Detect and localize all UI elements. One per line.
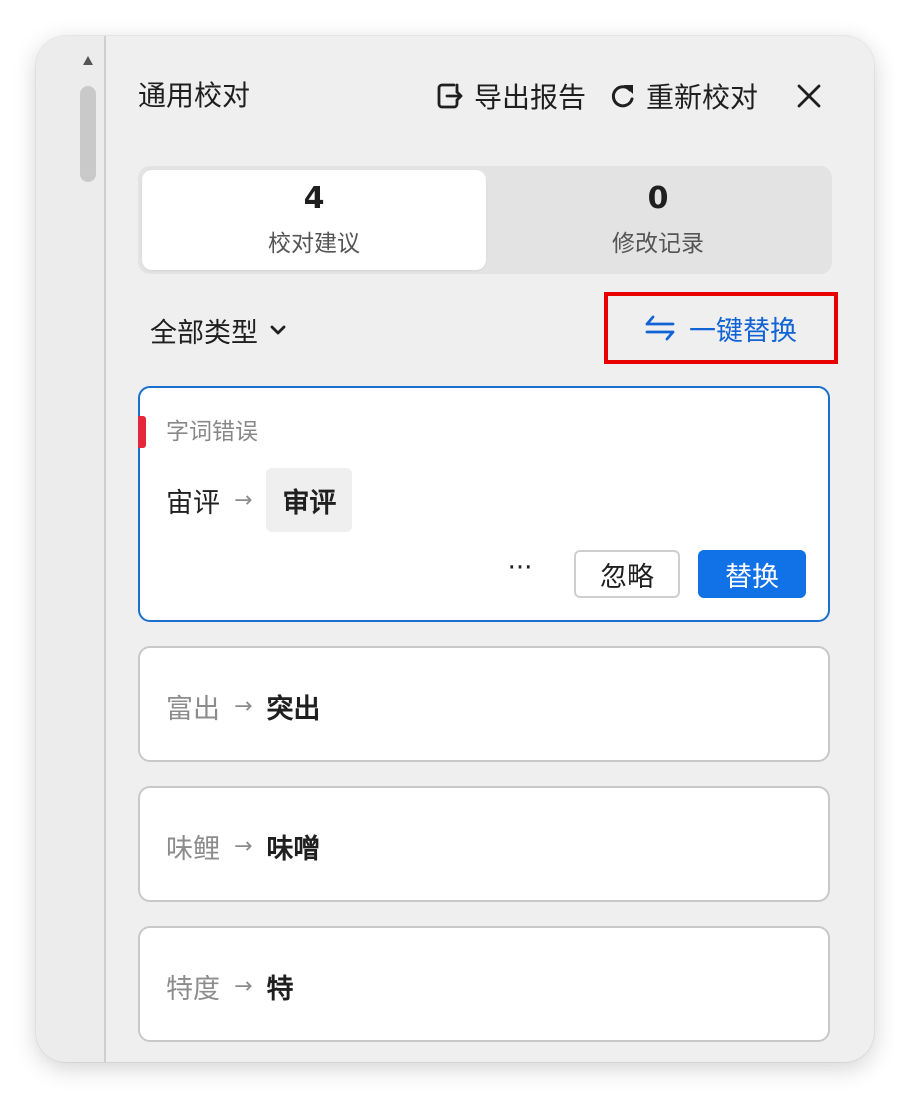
original-text: 特度	[166, 973, 220, 1005]
suggestion-card[interactable]: 字词错误 宙评 → 审评 ··· 忽略 替换	[138, 386, 830, 622]
scroll-up-arrow-icon[interactable]	[81, 54, 95, 68]
swap-arrows-icon	[645, 315, 675, 341]
original-text: 味鲤	[166, 833, 220, 865]
close-icon	[797, 84, 821, 108]
proofread-window: 通用校对 导出报告 重新校对 4 校对建议 0 修改记录 全部类型 一键替换 字…	[36, 36, 874, 1062]
suggestions-count: 4	[303, 181, 325, 216]
replace-button[interactable]: 替换	[698, 550, 806, 598]
proofread-panel: 通用校对 导出报告 重新校对 4 校对建议 0 修改记录 全部类型 一键替换 字…	[106, 36, 874, 1062]
original-text: 富出	[166, 693, 220, 725]
tab-history[interactable]: 0 修改记录	[486, 170, 830, 270]
history-count: 0	[647, 181, 669, 216]
close-button[interactable]	[792, 78, 826, 114]
type-filter-label: 全部类型	[150, 317, 258, 349]
original-text: 宙评	[166, 487, 220, 519]
suggestions-tab-label: 校对建议	[268, 231, 360, 257]
error-type-marker	[138, 416, 146, 448]
export-report-button[interactable]: 导出报告	[436, 76, 586, 116]
more-options-button[interactable]: ···	[504, 550, 536, 590]
chevron-down-icon	[270, 325, 286, 335]
suggestion-row: 味鲤 → 味噌	[166, 826, 320, 866]
replace-all-button[interactable]: 一键替换	[604, 292, 838, 364]
scrollbar-thumb[interactable]	[80, 86, 96, 182]
right-arrow-icon: →	[234, 693, 253, 719]
right-arrow-icon: →	[234, 973, 253, 999]
history-tab-label: 修改记录	[612, 231, 704, 257]
suggestion-card[interactable]: 富出 → 突出	[138, 646, 830, 762]
suggested-text: 特	[266, 973, 294, 1005]
tab-bar: 4 校对建议 0 修改记录	[138, 166, 832, 274]
export-report-label: 导出报告	[474, 81, 587, 114]
suggestion-card[interactable]: 特度 → 特	[138, 926, 830, 1042]
recheck-button[interactable]: 重新校对	[610, 76, 758, 116]
suggested-text: 味噌	[266, 833, 321, 865]
ignore-button[interactable]: 忽略	[574, 550, 680, 598]
refresh-icon	[611, 85, 634, 108]
suggestion-row: 富出 → 突出	[166, 686, 320, 726]
suggestion-row: 特度 → 特	[166, 966, 293, 1006]
export-icon	[437, 83, 463, 109]
tab-suggestions[interactable]: 4 校对建议	[142, 170, 486, 270]
suggested-text: 突出	[266, 693, 321, 725]
suggested-text: 审评	[266, 468, 353, 532]
type-filter-dropdown[interactable]: 全部类型	[150, 310, 286, 350]
suggestion-card[interactable]: 味鲤 → 味噌	[138, 786, 830, 902]
panel-title: 通用校对	[138, 79, 251, 112]
error-type-label: 字词错误	[166, 419, 258, 445]
right-arrow-icon: →	[234, 833, 253, 859]
suggestion-row: 宙评 → 审评	[166, 468, 353, 532]
scrollbar[interactable]	[36, 36, 106, 1062]
replace-all-label: 一键替换	[689, 315, 797, 347]
right-arrow-icon: →	[234, 487, 253, 513]
recheck-label: 重新校对	[646, 81, 759, 114]
